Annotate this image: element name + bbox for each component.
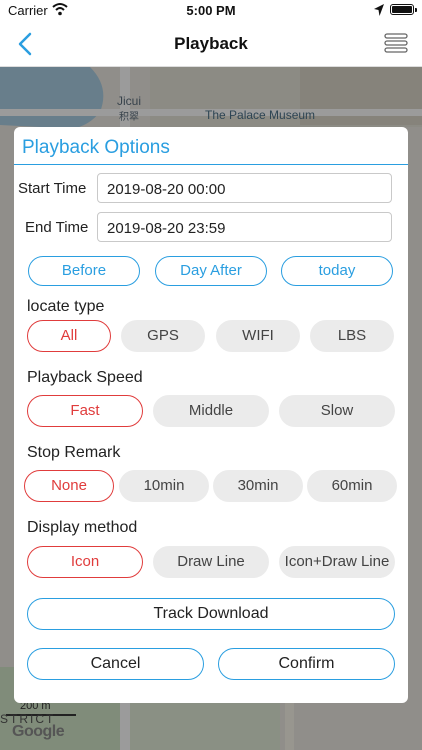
before-button[interactable]: Before bbox=[28, 256, 140, 286]
stop-option-60min[interactable]: 60min bbox=[307, 470, 397, 502]
location-arrow-icon bbox=[374, 4, 384, 16]
display-option-icon-draw-line[interactable]: Icon+Draw Line bbox=[279, 546, 395, 578]
locate-option-wifi[interactable]: WIFI bbox=[216, 320, 300, 352]
start-time-label: Start Time bbox=[18, 180, 87, 197]
nav-bar: Playback bbox=[0, 22, 422, 67]
clock: 5:00 PM bbox=[186, 3, 236, 18]
end-time-label: End Time bbox=[25, 219, 89, 236]
playback-options-dialog: Playback Options Start Time 2019-08-20 0… bbox=[14, 127, 408, 703]
today-button[interactable]: today bbox=[281, 256, 393, 286]
locate-option-gps[interactable]: GPS bbox=[121, 320, 205, 352]
page-title: Playback bbox=[174, 34, 248, 53]
battery-icon bbox=[390, 4, 417, 15]
playback-speed-label: Playback Speed bbox=[27, 369, 143, 386]
speed-option-fast[interactable]: Fast bbox=[27, 395, 143, 427]
confirm-button[interactable]: Confirm bbox=[218, 648, 395, 680]
stop-option-30min[interactable]: 30min bbox=[213, 470, 303, 502]
display-method-label: Display method bbox=[27, 519, 138, 536]
dialog-title: Playback Options bbox=[22, 137, 170, 158]
track-download-button[interactable]: Track Download bbox=[27, 598, 395, 630]
title-divider bbox=[14, 164, 408, 165]
speed-option-middle[interactable]: Middle bbox=[153, 395, 269, 427]
day-after-button[interactable]: Day After bbox=[155, 256, 267, 286]
cancel-button[interactable]: Cancel bbox=[27, 648, 204, 680]
end-time-field[interactable]: 2019-08-20 23:59 bbox=[97, 212, 392, 242]
locate-option-lbs[interactable]: LBS bbox=[310, 320, 394, 352]
speed-option-slow[interactable]: Slow bbox=[279, 395, 395, 427]
display-option-draw-line[interactable]: Draw Line bbox=[153, 546, 269, 578]
display-option-icon[interactable]: Icon bbox=[27, 546, 143, 578]
status-bar: Carrier 5:00 PM bbox=[0, 0, 422, 22]
google-logo: Google bbox=[12, 723, 65, 740]
menu-icon[interactable] bbox=[384, 33, 408, 53]
stop-remark-label: Stop Remark bbox=[27, 444, 121, 461]
locate-type-label: locate type bbox=[27, 298, 105, 315]
start-time-field[interactable]: 2019-08-20 00:00 bbox=[97, 173, 392, 203]
stop-option-none[interactable]: None bbox=[24, 470, 114, 502]
stop-option-10min[interactable]: 10min bbox=[119, 470, 209, 502]
locate-option-all[interactable]: All bbox=[27, 320, 111, 352]
